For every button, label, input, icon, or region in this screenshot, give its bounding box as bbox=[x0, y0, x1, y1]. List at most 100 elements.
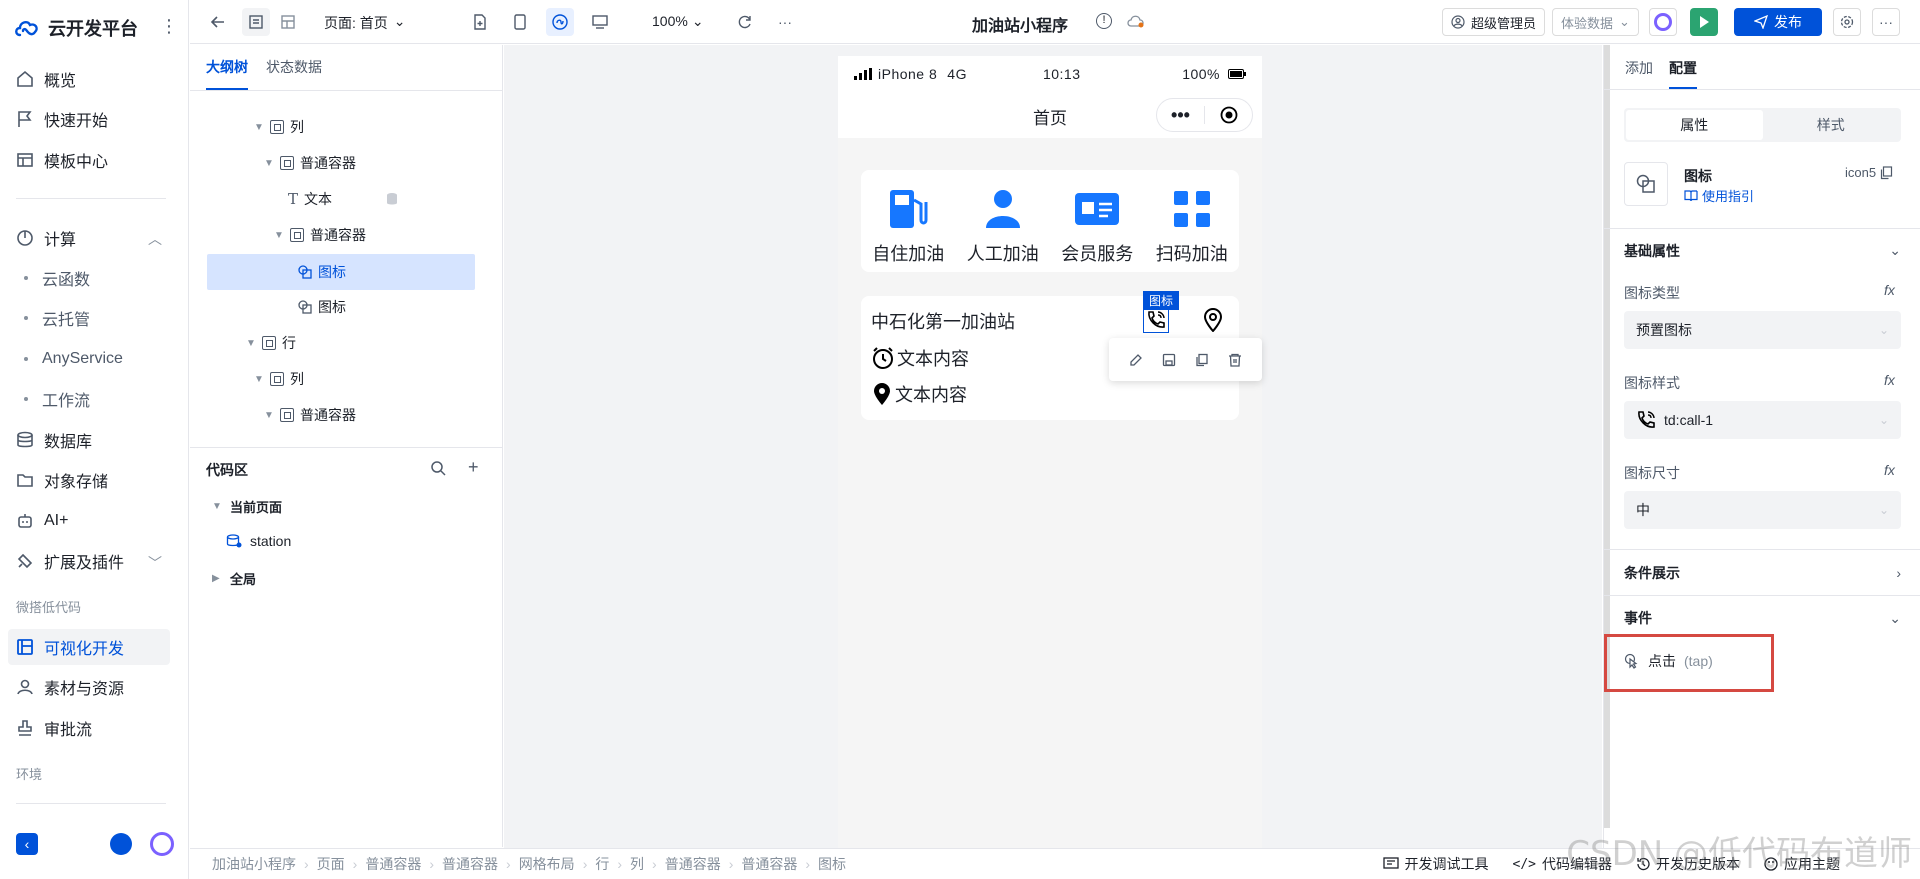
location-pin-icon[interactable] bbox=[1203, 308, 1223, 332]
formula-fx-icon[interactable]: fx bbox=[1884, 372, 1895, 388]
single-page-view-icon[interactable] bbox=[242, 8, 270, 36]
collapse-sidebar-icon[interactable]: ‹ bbox=[16, 833, 38, 855]
save-icon[interactable] bbox=[1162, 353, 1176, 367]
copy-icon[interactable] bbox=[1195, 353, 1209, 367]
formula-fx-icon[interactable]: fx bbox=[1884, 282, 1895, 298]
admin-role-selector[interactable]: 超级管理员 bbox=[1442, 8, 1546, 36]
ai-assistant-icon[interactable] bbox=[1649, 8, 1677, 36]
breadcrumb-item[interactable]: 页面 bbox=[317, 854, 345, 874]
nav-storage[interactable]: 对象存储 bbox=[8, 462, 170, 498]
tree-node-label: 普通容器 bbox=[310, 227, 366, 243]
code-item-station[interactable]: station bbox=[226, 533, 291, 549]
tree-node-text[interactable]: T 文本 bbox=[190, 181, 503, 217]
miniprogram-view-icon[interactable] bbox=[546, 8, 574, 36]
usage-guide-link[interactable]: 使用指引 bbox=[1684, 186, 1754, 205]
nav-workflow[interactable]: 工作流 bbox=[24, 384, 90, 414]
nav-ai[interactable]: AI+ bbox=[8, 503, 170, 539]
page-selector[interactable]: 页面: 首页 ⌄ bbox=[324, 13, 406, 33]
seg-attributes[interactable]: 属性 bbox=[1626, 110, 1763, 140]
multi-page-view-icon[interactable] bbox=[274, 8, 302, 36]
user-avatar-icon[interactable] bbox=[110, 833, 132, 855]
back-arrow-icon[interactable] bbox=[204, 8, 232, 36]
more-horizontal-icon[interactable]: ··· bbox=[1872, 8, 1900, 36]
nav-visual-dev[interactable]: 可视化开发 bbox=[8, 629, 170, 665]
breadcrumb-item[interactable]: 行 bbox=[595, 854, 609, 874]
nav-overview[interactable]: 概览 bbox=[8, 61, 170, 97]
breadcrumb-item[interactable]: 图标 bbox=[818, 854, 846, 874]
event-tap-item[interactable]: 点击 (tap) bbox=[1624, 651, 1713, 671]
code-group-global[interactable]: ▶ 全局 bbox=[212, 569, 256, 588]
assistant-icon[interactable] bbox=[150, 832, 174, 856]
breadcrumb-item[interactable]: 普通容器 bbox=[442, 854, 498, 874]
icon-size-select[interactable]: 中 ⌄ bbox=[1624, 491, 1901, 529]
phone-call-icon[interactable] bbox=[1143, 307, 1169, 333]
func-scan-refuel[interactable]: 扫码加油 bbox=[1148, 184, 1236, 272]
data-mode-selector[interactable]: 体验数据 ⌄ bbox=[1552, 8, 1639, 36]
nav-approval[interactable]: 审批流 bbox=[8, 710, 170, 746]
tree-node-icon[interactable]: 图标 bbox=[190, 289, 503, 325]
icon-size-value: 中 bbox=[1636, 502, 1650, 518]
icon-style-select[interactable]: td:call-1 ⌄ bbox=[1624, 401, 1901, 439]
breadcrumb-item[interactable]: 普通容器 bbox=[741, 854, 797, 874]
publish-button[interactable]: 发布 bbox=[1734, 8, 1822, 36]
add-page-icon[interactable] bbox=[466, 8, 494, 36]
func-manual-refuel[interactable]: 人工加油 bbox=[959, 184, 1047, 272]
breadcrumb-item[interactable]: 普通容器 bbox=[665, 854, 721, 874]
tree-node-container[interactable]: ▼ 普通容器 bbox=[190, 217, 503, 253]
section-basic-props[interactable]: 基础属性 ⌄ bbox=[1604, 228, 1920, 272]
text-type-icon: T bbox=[288, 190, 299, 208]
func-self-refuel[interactable]: 自住加油 bbox=[864, 184, 952, 272]
nav-anyservice[interactable]: AnyService bbox=[24, 344, 123, 374]
container-icon bbox=[262, 336, 276, 350]
nav-cloud-hosting[interactable]: 云托管 bbox=[24, 303, 90, 333]
chevron-down-icon[interactable]: ﹀ bbox=[148, 553, 162, 573]
tree-node-container[interactable]: ▼ 普通容器 bbox=[190, 145, 503, 181]
copy-icon[interactable] bbox=[1880, 165, 1893, 180]
nav-quickstart[interactable]: 快速开始 bbox=[8, 101, 170, 137]
tree-node-column[interactable]: ▼ 列 bbox=[190, 109, 503, 145]
seg-style[interactable]: 样式 bbox=[1763, 110, 1900, 140]
app-brand[interactable]: 云开发平台 bbox=[14, 16, 138, 40]
zoom-selector[interactable]: 100% ⌄ bbox=[652, 13, 704, 30]
mobile-view-icon[interactable] bbox=[506, 8, 534, 36]
add-code-icon[interactable]: + bbox=[468, 457, 479, 478]
nav-assets[interactable]: 素材与资源 bbox=[8, 669, 170, 705]
edit-pencil-icon[interactable] bbox=[1129, 353, 1143, 367]
section-condition[interactable]: 条件展示 › bbox=[1604, 549, 1920, 595]
scrollbar[interactable] bbox=[1604, 45, 1610, 828]
icon-type-select[interactable]: 预置图标 ⌄ bbox=[1624, 311, 1901, 349]
nav-database[interactable]: 数据库 bbox=[8, 422, 170, 458]
more-vertical-icon[interactable]: ⋮ bbox=[160, 16, 178, 37]
battery-level: 100% bbox=[1182, 66, 1220, 82]
nav-compute[interactable]: 计算 bbox=[8, 220, 170, 256]
func-member-service[interactable]: 会员服务 bbox=[1053, 184, 1141, 272]
breadcrumb-item[interactable]: 网格布局 bbox=[519, 854, 575, 874]
breadcrumb-item[interactable]: 加油站小程序 bbox=[212, 854, 296, 874]
more-horizontal-icon[interactable]: ··· bbox=[771, 8, 799, 36]
tree-node-column[interactable]: ▼ 列 bbox=[190, 361, 503, 397]
delete-trash-icon[interactable] bbox=[1228, 353, 1242, 367]
settings-gear-icon[interactable] bbox=[1833, 8, 1861, 36]
nav-extensions[interactable]: 扩展及插件 bbox=[8, 543, 170, 579]
nav-templates[interactable]: 模板中心 bbox=[8, 142, 170, 178]
breadcrumb-item[interactable]: 普通容器 bbox=[365, 854, 421, 874]
info-icon[interactable]: ! bbox=[1096, 13, 1112, 29]
tab-state-data[interactable]: 状态数据 bbox=[266, 57, 322, 77]
tab-outline-tree[interactable]: 大纲树 bbox=[206, 57, 248, 77]
miniprogram-capsule[interactable]: ••• bbox=[1156, 98, 1253, 132]
formula-fx-icon[interactable]: fx bbox=[1884, 462, 1895, 478]
chevron-up-icon[interactable]: ︿ bbox=[148, 229, 162, 249]
tree-node-container[interactable]: ▼ 普通容器 bbox=[190, 397, 503, 433]
breadcrumb-item[interactable]: 列 bbox=[630, 854, 644, 874]
code-group-current-page[interactable]: ▼ 当前页面 bbox=[212, 497, 282, 516]
nav-cloud-function[interactable]: 云函数 bbox=[24, 263, 90, 293]
refresh-icon[interactable] bbox=[731, 8, 759, 36]
tab-add[interactable]: 添加 bbox=[1625, 58, 1653, 78]
desktop-view-icon[interactable] bbox=[586, 8, 614, 36]
dev-debug-tool[interactable]: 开发调试工具 bbox=[1382, 854, 1489, 874]
tree-node-icon-selected[interactable]: 图标 bbox=[207, 254, 475, 290]
tab-config[interactable]: 配置 bbox=[1669, 58, 1697, 78]
tree-node-row[interactable]: ▼ 行 bbox=[190, 325, 503, 361]
run-play-button[interactable] bbox=[1690, 8, 1718, 36]
search-icon[interactable] bbox=[430, 460, 446, 476]
